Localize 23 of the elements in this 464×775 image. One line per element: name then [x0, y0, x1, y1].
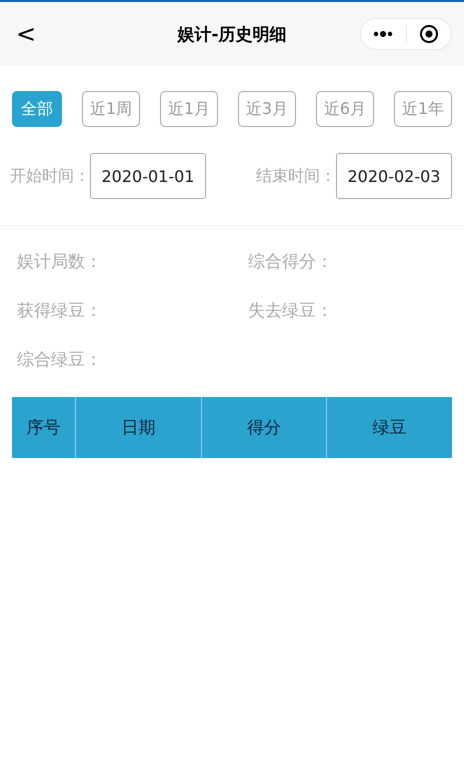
date-field[interactable]: 2020-02-03: [336, 153, 452, 199]
back-button[interactable]: <: [12, 20, 40, 48]
stat-label: 综合得分：: [248, 252, 333, 272]
filter-tab[interactable]: 近1周: [82, 91, 140, 127]
stat-label: 获得绿豆：: [17, 301, 102, 321]
stat-label: 娱计局数：: [17, 252, 102, 272]
column-header: 序号: [26, 417, 62, 440]
page-title: 娱计-历史明细: [177, 24, 287, 46]
stat-label: 综合绿豆：: [17, 350, 102, 370]
filter-tab[interactable]: 近1月: [160, 91, 218, 127]
target-icon: [418, 24, 439, 44]
more-icon: [373, 31, 394, 37]
column-header: 日期: [75, 397, 201, 458]
filter-tab[interactable]: 近1年: [394, 91, 452, 127]
stat-label: 失去绿豆：: [248, 301, 333, 321]
date-label: 开始时间：: [10, 166, 90, 186]
filter-tab[interactable]: 全部: [12, 91, 62, 127]
filter-tab[interactable]: 近6月: [316, 91, 374, 127]
column-header: 绿豆: [326, 397, 452, 458]
date-field[interactable]: 2020-01-01: [90, 153, 206, 199]
filter-tab[interactable]: 近3月: [238, 91, 296, 127]
column-header: 得分: [201, 397, 326, 458]
date-label: 结束时间：: [256, 166, 336, 186]
